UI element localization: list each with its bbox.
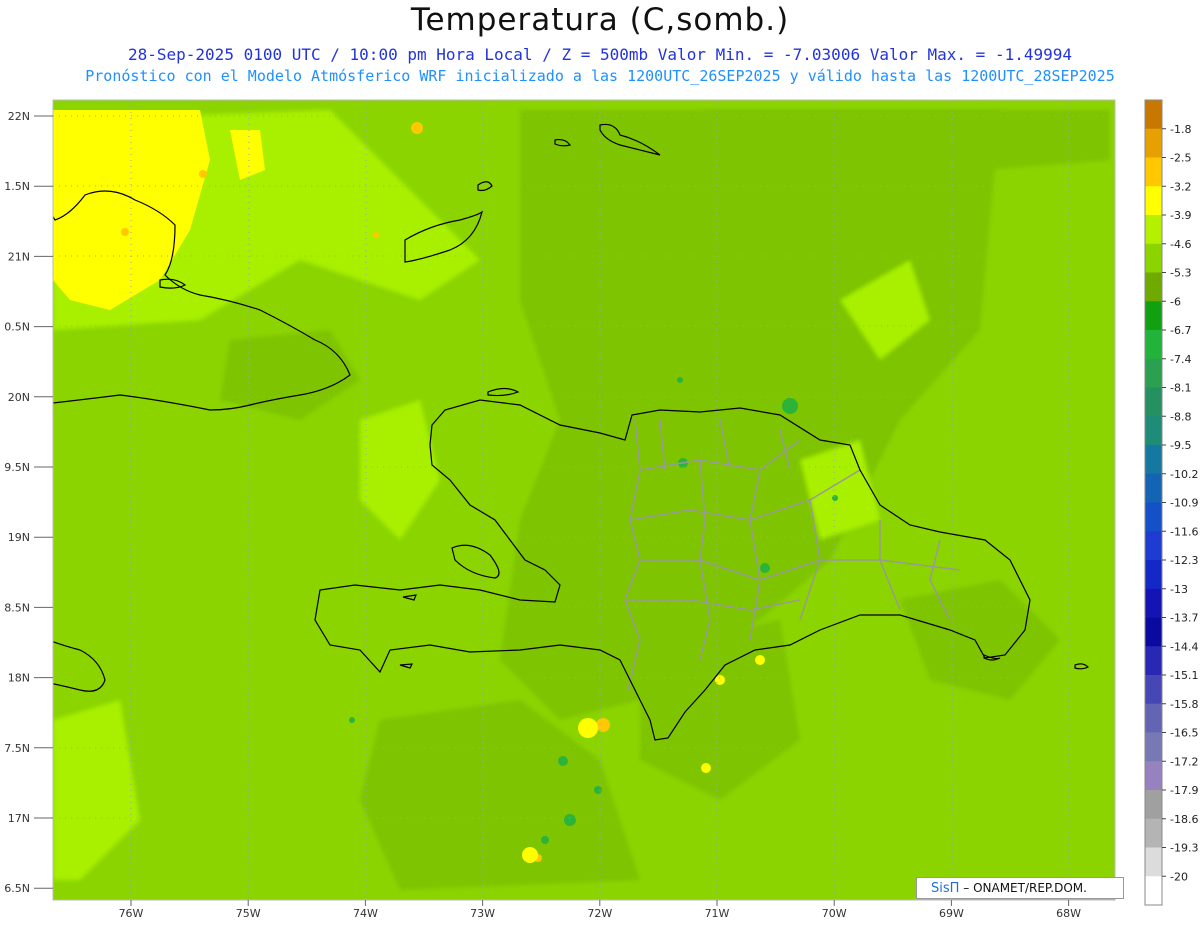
lat-label: 9.5N (4, 461, 30, 474)
colorbar-label: -2.5 (1170, 152, 1191, 165)
colorbar-label: -9.5 (1170, 439, 1191, 452)
colorbar-swatch (1145, 128, 1162, 158)
colorbar-swatch (1145, 790, 1162, 820)
colorbar-label: -8.1 (1170, 382, 1191, 395)
colorbar-label: -19.3 (1170, 842, 1198, 855)
lon-label: 72W (587, 907, 612, 920)
credit-box: SisΠ – ONAMET/REP.DOM. (916, 877, 1124, 899)
colorbar-label: -6 (1170, 295, 1181, 308)
colorbar-label: -10.2 (1170, 468, 1198, 481)
lat-label: 6.5N (4, 882, 30, 895)
colorbar-swatch (1145, 876, 1162, 906)
lon-label: 73W (470, 907, 495, 920)
colorbar-swatch (1145, 243, 1162, 273)
forecast-map: 22N 1.5N 21N 0.5N 20N 9.5N 19N 8.5N 18N 7.5N 17N 6.… (4, 99, 1198, 920)
colorbar-label: -15.1 (1170, 669, 1198, 682)
colorbar-swatch (1145, 358, 1162, 388)
colorbar-swatch (1145, 186, 1162, 216)
colorbar-swatch (1145, 732, 1162, 762)
lon-label: 76W (119, 907, 144, 920)
colorbar-swatch (1145, 531, 1162, 561)
latitude-labels: 22N 1.5N 21N 0.5N 20N 9.5N 19N 8.5N 18N 7.5N 17N 6.… (4, 110, 53, 895)
colorbar-swatch (1145, 100, 1162, 130)
colorbar-label: -3.9 (1170, 209, 1191, 222)
colorbar-swatch (1145, 502, 1162, 532)
lat-label: 19N (8, 531, 30, 544)
lon-label: 69W (939, 907, 964, 920)
colorbar-swatch (1145, 646, 1162, 676)
colorbar-label: -17.2 (1170, 755, 1198, 768)
colorbar-swatch (1145, 157, 1162, 187)
lat-label: 17N (8, 812, 30, 825)
lon-label: 71W (705, 907, 730, 920)
colorbar-label: -8.8 (1170, 410, 1191, 423)
colorbar-swatch (1145, 818, 1162, 848)
colorbar-swatch (1145, 703, 1162, 733)
colorbar-label: -11.6 (1170, 525, 1198, 538)
colorbar-label: -15.8 (1170, 698, 1198, 711)
colorbar-label: -13.7 (1170, 612, 1198, 625)
colorbar-label: -14.4 (1170, 640, 1198, 653)
colorbar-label: -17.9 (1170, 784, 1198, 797)
colorbar-swatch (1145, 761, 1162, 791)
colorbar-swatch (1145, 387, 1162, 417)
colorbar-swatch (1145, 301, 1162, 331)
colorbar-swatch (1145, 473, 1162, 503)
colorbar-swatch (1145, 617, 1162, 647)
colorbar-swatch (1145, 215, 1162, 245)
colorbar-label: -5.3 (1170, 267, 1191, 280)
lon-label: 70W (822, 907, 847, 920)
lon-label: 74W (353, 907, 378, 920)
lat-label: 22N (8, 110, 30, 123)
lat-label: 7.5N (4, 742, 30, 755)
lat-label: 18N (8, 672, 30, 685)
credit-text: – ONAMET/REP.DOM. (963, 881, 1087, 895)
colorbar-swatch (1145, 675, 1162, 705)
colorbar-label: -10.9 (1170, 497, 1198, 510)
colorbar-swatch (1145, 445, 1162, 475)
colorbar: -1.8 -2.5 -3.2 -3.9 -4.6 -5.3 -6 -6.7 -7.4 -8.1 -8… (1144, 99, 1198, 906)
colorbar-label: -3.2 (1170, 180, 1191, 193)
colorbar-swatch (1145, 416, 1162, 446)
longitude-labels: 76W 75W 74W 73W 72W 71W 70W 69W 68W (119, 900, 1081, 920)
lon-label: 68W (1056, 907, 1081, 920)
colorbar-label: -12.3 (1170, 554, 1198, 567)
colorbar-swatch (1145, 588, 1162, 618)
colorbar-label: -1.8 (1170, 123, 1191, 136)
temperature-field (53, 100, 1115, 900)
colorbar-swatch (1145, 330, 1162, 360)
colorbar-label: -13 (1170, 583, 1188, 596)
colorbar-label: -6.7 (1170, 324, 1191, 337)
lat-label: 20N (8, 391, 30, 404)
colorbar-swatch (1145, 847, 1162, 877)
lat-label: 1.5N (4, 180, 30, 193)
colorbar-label: -18.6 (1170, 813, 1198, 826)
credit-brand: SisΠ (931, 881, 960, 896)
lat-label: 0.5N (4, 321, 30, 334)
lat-label: 8.5N (4, 601, 30, 614)
colorbar-swatch (1145, 272, 1162, 302)
colorbar-swatch (1145, 560, 1162, 590)
lat-label: 21N (8, 250, 30, 263)
lon-label: 75W (236, 907, 261, 920)
colorbar-label: -4.6 (1170, 238, 1191, 251)
colorbar-label: -7.4 (1170, 353, 1191, 366)
colorbar-label: -20 (1170, 870, 1188, 883)
colorbar-label: -16.5 (1170, 727, 1198, 740)
